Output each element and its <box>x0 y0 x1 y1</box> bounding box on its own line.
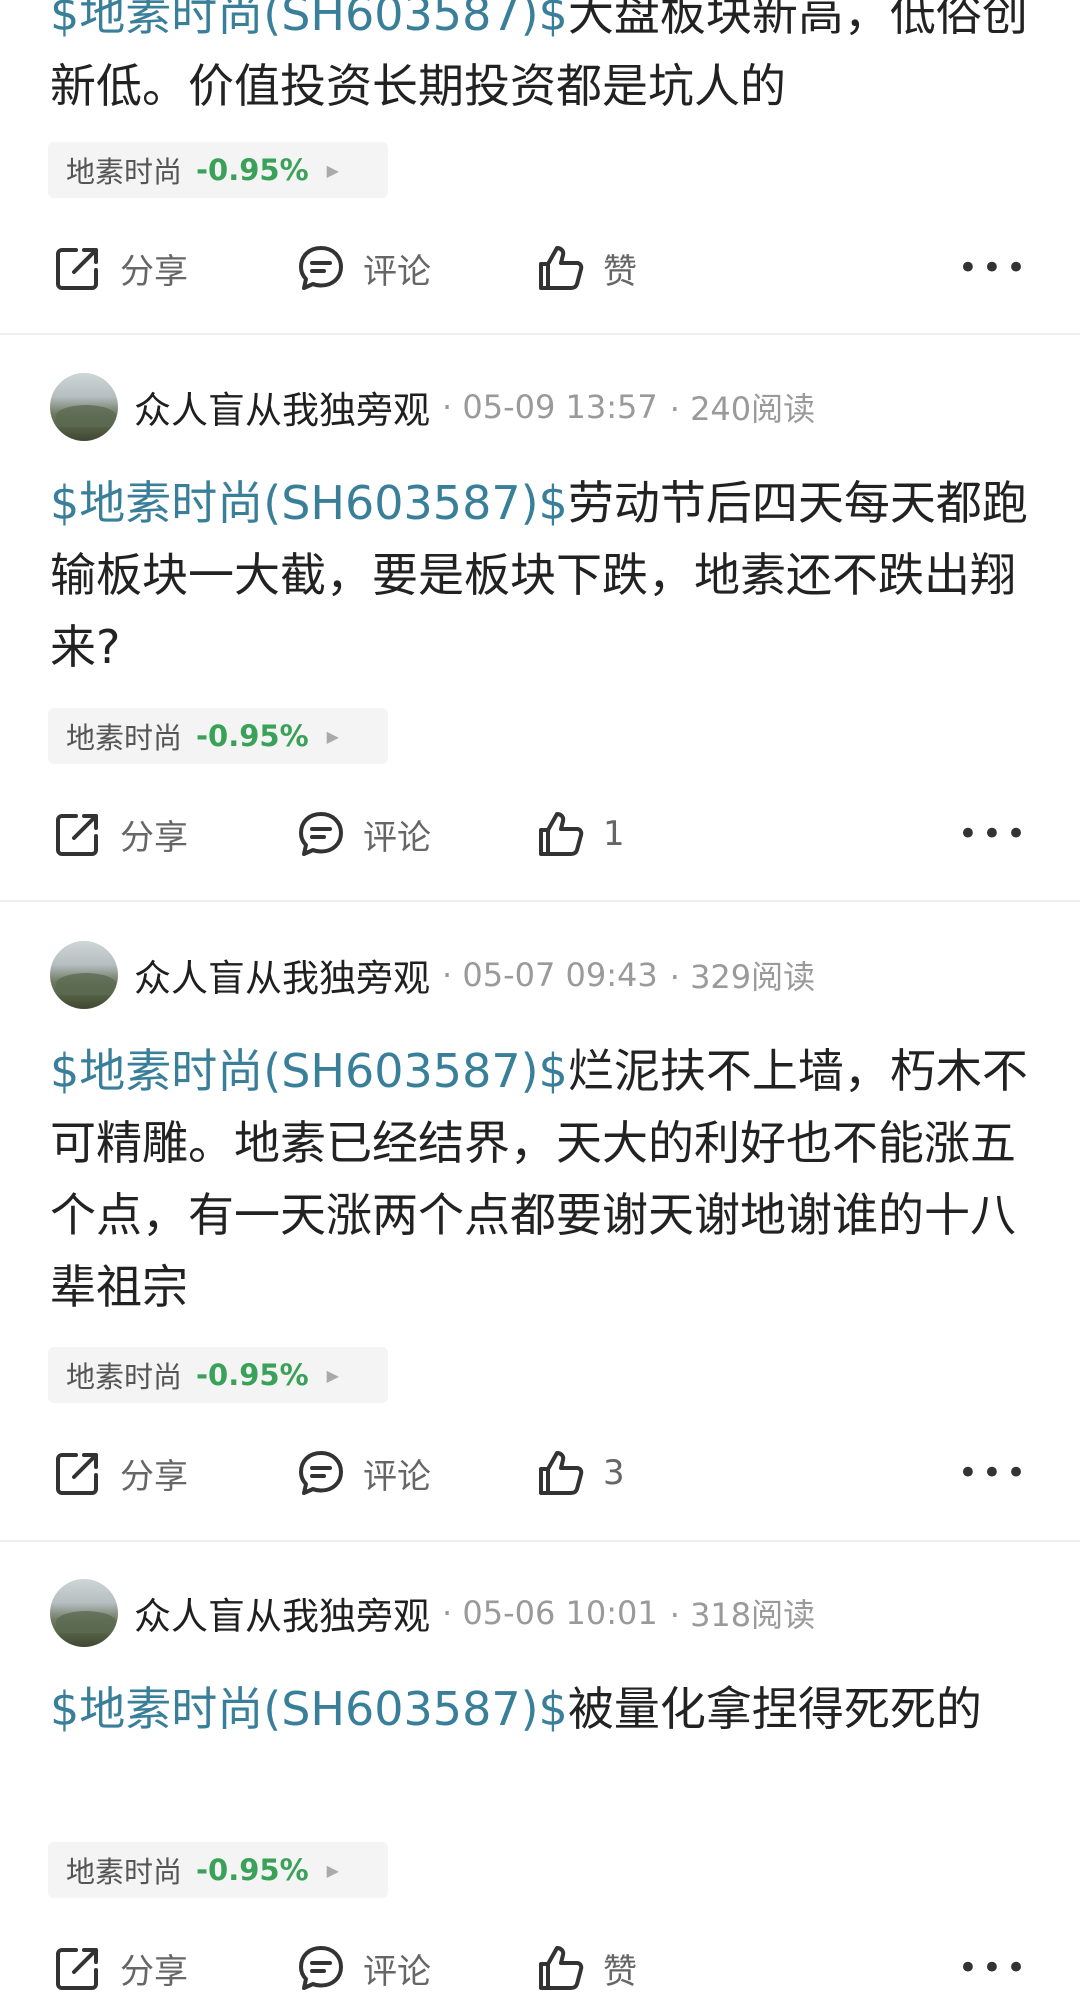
share-label: 分享 <box>120 817 188 858</box>
avatar[interactable] <box>50 941 118 1009</box>
share-icon <box>56 814 98 856</box>
stock-change: -0.95% <box>196 1358 309 1392</box>
divider <box>0 900 1080 902</box>
share-icon <box>56 1948 98 1990</box>
comment-icon <box>299 812 343 856</box>
post-date: · 05-09 13:57 <box>442 388 658 426</box>
post-body[interactable]: $地素时尚(SH603587)$被量化拿捏得死死的 <box>50 1673 1030 1745</box>
stock-name: 地素时尚 <box>66 155 183 189</box>
thumbs-up-icon <box>539 812 584 856</box>
comment-button[interactable]: 评论 <box>293 238 431 298</box>
share-label: 分享 <box>120 251 188 292</box>
like-button[interactable]: 3 <box>533 1443 625 1503</box>
like-button[interactable]: 1 <box>533 804 625 864</box>
share-icon <box>56 1453 98 1495</box>
share-label: 分享 <box>120 1951 188 1992</box>
comment-label: 评论 <box>363 1456 431 1497</box>
stock-chip[interactable]: 地素时尚 -0.95% ▶ <box>48 142 388 198</box>
action-bar: 分享 评论 赞 ••• <box>50 1938 1030 1998</box>
comment-button[interactable]: 评论 <box>293 1443 431 1503</box>
post-body[interactable]: $地素时尚(SH603587)$大盘板块新高，低俗创新低。价值投资长期投资都是坑… <box>50 0 1030 128</box>
author-row[interactable]: 众人盲从我独旁观 · 05-07 09:43 · 329阅读 <box>50 940 815 1010</box>
divider <box>0 1540 1080 1542</box>
share-button[interactable]: 分享 <box>50 804 188 864</box>
author-row[interactable]: 众人盲从我独旁观 · 05-09 13:57 · 240阅读 <box>50 372 815 442</box>
avatar[interactable] <box>50 1579 118 1647</box>
comment-icon <box>299 1451 343 1495</box>
share-icon <box>56 248 98 290</box>
share-button[interactable]: 分享 <box>50 1443 188 1503</box>
post-body[interactable]: $地素时尚(SH603587)$烂泥扶不上墙，朽木不可精雕。地素已经结界，天大的… <box>50 1035 1030 1323</box>
more-options-button[interactable]: ••• <box>958 1938 1030 1998</box>
avatar[interactable] <box>50 373 118 441</box>
more-options-button[interactable]: ••• <box>958 804 1030 864</box>
read-count: · 329阅读 <box>669 958 816 996</box>
author-name[interactable]: 众人盲从我独旁观 <box>134 1586 430 1640</box>
chevron-right-icon: ▶ <box>326 1860 339 1880</box>
comment-label: 评论 <box>363 817 431 858</box>
thumbs-up-icon <box>539 1451 584 1495</box>
author-row[interactable]: 众人盲从我独旁观 · 05-06 10:01 · 318阅读 <box>50 1578 815 1648</box>
stock-name: 地素时尚 <box>66 1360 183 1394</box>
action-bar: 分享 评论 3 ••• <box>50 1443 1030 1503</box>
stock-tag-link[interactable]: $地素时尚(SH603587)$ <box>50 1044 568 1098</box>
thumbs-up-icon <box>539 1946 584 1990</box>
read-count: · 240阅读 <box>669 390 816 428</box>
post-date: · 05-06 10:01 <box>442 1594 658 1632</box>
divider <box>0 333 1080 335</box>
share-button[interactable]: 分享 <box>50 238 188 298</box>
stock-chip[interactable]: 地素时尚 -0.95% ▶ <box>48 708 388 764</box>
stock-chip[interactable]: 地素时尚 -0.95% ▶ <box>48 1347 388 1403</box>
comment-button[interactable]: 评论 <box>293 1938 431 1998</box>
stock-name: 地素时尚 <box>66 721 183 755</box>
like-count: 赞 <box>603 1951 637 1992</box>
like-count: 3 <box>603 1453 625 1493</box>
author-name[interactable]: 众人盲从我独旁观 <box>134 380 430 434</box>
like-button[interactable]: 赞 <box>533 1938 637 1998</box>
stock-change: -0.95% <box>196 719 309 753</box>
comment-button[interactable]: 评论 <box>293 804 431 864</box>
stock-name: 地素时尚 <box>66 1855 183 1889</box>
thumbs-up-icon <box>539 246 584 290</box>
post-body[interactable]: $地素时尚(SH603587)$劳动节后四天每天都跑输板块一大截，要是板块下跌，… <box>50 467 1030 683</box>
chevron-right-icon: ▶ <box>326 160 339 180</box>
stock-tag-link[interactable]: $地素时尚(SH603587)$ <box>50 476 568 530</box>
post-text: 被量化拿捏得死死的 <box>567 1682 982 1736</box>
read-count: · 318阅读 <box>669 1596 816 1634</box>
post-date: · 05-07 09:43 <box>442 956 658 994</box>
comment-label: 评论 <box>363 1951 431 1992</box>
share-button[interactable]: 分享 <box>50 1938 188 1998</box>
comment-icon <box>299 1946 343 1990</box>
share-label: 分享 <box>120 1456 188 1497</box>
more-options-button[interactable]: ••• <box>958 1443 1030 1503</box>
comment-icon <box>299 246 343 290</box>
action-bar: 分享 评论 1 ••• <box>50 804 1030 864</box>
stock-tag-link[interactable]: $地素时尚(SH603587)$ <box>50 0 568 41</box>
chevron-right-icon: ▶ <box>326 726 339 746</box>
stock-change: -0.95% <box>196 153 309 187</box>
action-bar: 分享 评论 赞 ••• <box>50 238 1030 298</box>
stock-tag-link[interactable]: $地素时尚(SH603587)$ <box>50 1682 568 1736</box>
stock-chip[interactable]: 地素时尚 -0.95% ▶ <box>48 1842 388 1898</box>
stock-change: -0.95% <box>196 1853 309 1887</box>
author-name[interactable]: 众人盲从我独旁观 <box>134 948 430 1002</box>
comment-label: 评论 <box>363 251 431 292</box>
chevron-right-icon: ▶ <box>326 1365 339 1385</box>
like-count: 赞 <box>603 251 637 292</box>
more-options-button[interactable]: ••• <box>958 238 1030 298</box>
like-button[interactable]: 赞 <box>533 238 637 298</box>
like-count: 1 <box>603 814 625 854</box>
